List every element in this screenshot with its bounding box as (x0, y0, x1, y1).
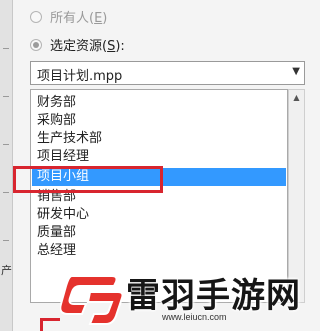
radio-selected-label: 选定资源(S): (50, 39, 125, 54)
annotation-highlight-box (13, 166, 163, 193)
ruler-tick (3, 192, 9, 193)
radio-circle-checked[interactable] (30, 38, 42, 51)
chevron-down-icon[interactable]: ▼ (292, 66, 300, 77)
cut-off-label: 产 (1, 264, 12, 277)
watermark-url: www.leiucn.com (162, 312, 227, 322)
left-panel-edge: 产 (0, 0, 13, 331)
resource-list-item[interactable]: 质量部 (32, 224, 286, 241)
radio-all-label: 所有人(E) (50, 11, 108, 26)
resource-list-item[interactable]: 生产技术部 (32, 130, 286, 147)
annotation-corner-mark (40, 318, 60, 331)
ruler-tick (3, 96, 9, 97)
radio-selected-resources[interactable]: 选定资源(S): (30, 35, 125, 54)
ruler-tick (3, 144, 9, 145)
radio-circle[interactable] (30, 10, 42, 23)
resource-list-item[interactable]: 财务部 (32, 94, 286, 111)
resource-list-item[interactable]: 采购部 (32, 112, 286, 129)
watermark-logo-icon (60, 275, 124, 325)
watermark-site-name: 雷羽手游网 (126, 276, 301, 316)
dropdown-value: 项目计划.mpp (37, 69, 123, 84)
resource-list-item[interactable]: 总经理 (32, 242, 286, 259)
ruler-tick (3, 240, 9, 241)
ruler-tick (3, 48, 9, 49)
project-file-dropdown[interactable]: 项目计划.mpp ▼ (30, 61, 305, 85)
resource-list-item[interactable]: 项目经理 (32, 148, 286, 165)
resource-list-item[interactable]: 研发中心 (32, 206, 286, 223)
radio-all-people[interactable]: 所有人(E) (30, 7, 107, 26)
scroll-up-arrow-icon[interactable]: ▲ (289, 90, 304, 106)
